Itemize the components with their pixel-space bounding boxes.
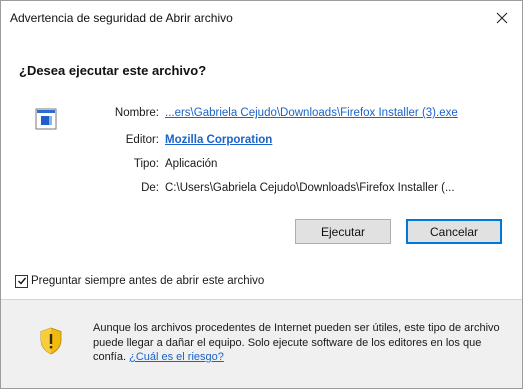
always-ask-checkbox-label: Preguntar siempre antes de abrir este ar… <box>31 275 265 287</box>
file-name-label: Nombre: <box>114 107 159 119</box>
publisher-row: Editor: Mozilla Corporation <box>1 132 521 148</box>
cancel-button[interactable]: Cancelar <box>406 219 502 244</box>
file-name-row: Nombre: ...ers\Gabriela Cejudo\Downloads… <box>1 105 521 121</box>
always-ask-checkbox-row[interactable]: Preguntar siempre antes de abrir este ar… <box>15 273 264 289</box>
publisher-label: Editor: <box>125 134 159 146</box>
file-type-value: Aplicación <box>165 158 218 170</box>
security-shield-icon <box>40 327 62 355</box>
always-ask-checkbox[interactable] <box>15 274 28 288</box>
file-type-label: Tipo: <box>133 158 159 170</box>
checkmark-icon <box>17 277 26 285</box>
run-button-label: Ejecutar <box>320 224 366 239</box>
run-button[interactable]: Ejecutar <box>295 219 391 244</box>
title-bar: Advertencia de seguridad de Abrir archiv… <box>1 1 522 35</box>
dialog-question: ¿Desea ejecutar este archivo? <box>19 63 207 78</box>
file-name-link[interactable]: ...ers\Gabriela Cejudo\Downloads\Firefox… <box>165 105 458 121</box>
file-source-label: De: <box>141 182 159 194</box>
cancel-button-label: Cancelar <box>429 224 479 239</box>
publisher-link[interactable]: Mozilla Corporation <box>165 132 272 148</box>
security-warning-text: Aunque los archivos procedentes de Inter… <box>93 321 513 365</box>
close-icon <box>496 12 508 24</box>
file-source-row: De: C:\Users\Gabriela Cejudo\Downloads\F… <box>1 180 521 196</box>
window-title: Advertencia de seguridad de Abrir archiv… <box>10 11 233 25</box>
security-warning-dialog: Advertencia de seguridad de Abrir archiv… <box>0 0 523 389</box>
file-source-value: C:\Users\Gabriela Cejudo\Downloads\Firef… <box>165 182 455 194</box>
close-button[interactable] <box>488 5 516 31</box>
risk-link[interactable]: ¿Cuál es el riesgo? <box>129 351 224 363</box>
file-type-row: Tipo: Aplicación <box>1 156 521 172</box>
